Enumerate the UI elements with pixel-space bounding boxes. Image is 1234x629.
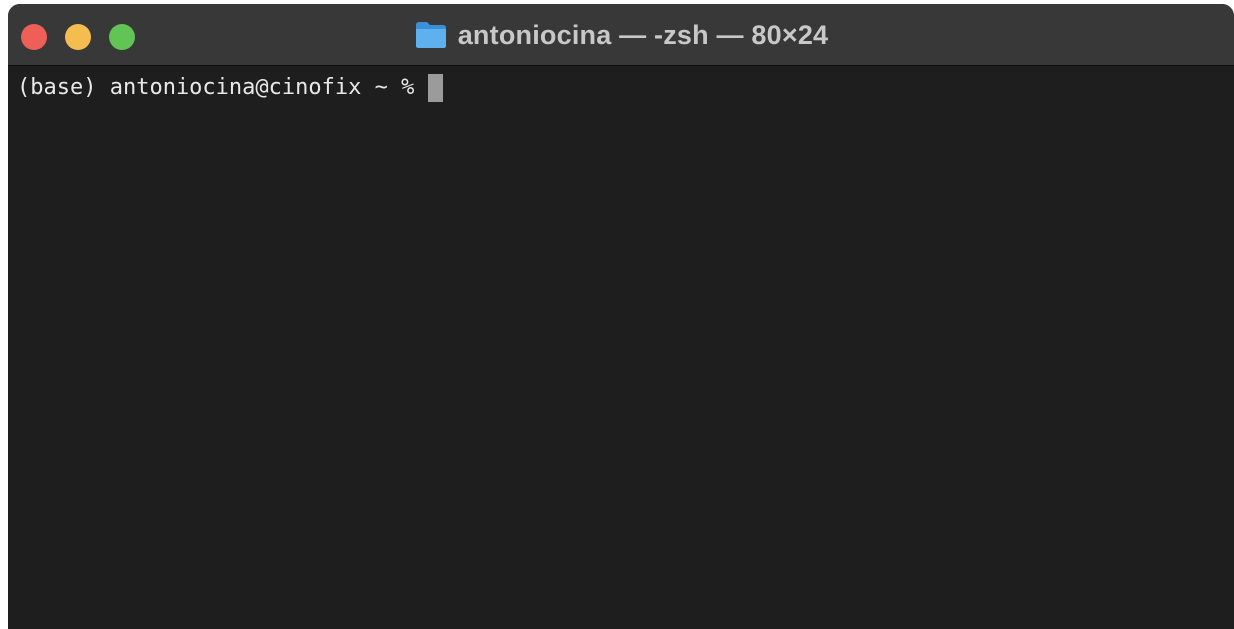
title-bar[interactable]: antoniocina — -zsh — 80×24 <box>8 4 1234 66</box>
folder-icon <box>414 20 448 50</box>
text-cursor <box>428 74 444 102</box>
terminal-output-area[interactable]: (base) antoniocina@cinofix ~ % <box>8 66 1234 629</box>
prompt-line: (base) antoniocina@cinofix ~ % <box>17 74 1225 102</box>
window-title-group: antoniocina — -zsh — 80×24 <box>8 18 1234 52</box>
window-title: antoniocina — -zsh — 80×24 <box>457 19 829 50</box>
terminal-window: antoniocina — -zsh — 80×24 (base) antoni… <box>8 4 1234 629</box>
shell-prompt: (base) antoniocina@cinofix ~ % <box>17 75 415 100</box>
